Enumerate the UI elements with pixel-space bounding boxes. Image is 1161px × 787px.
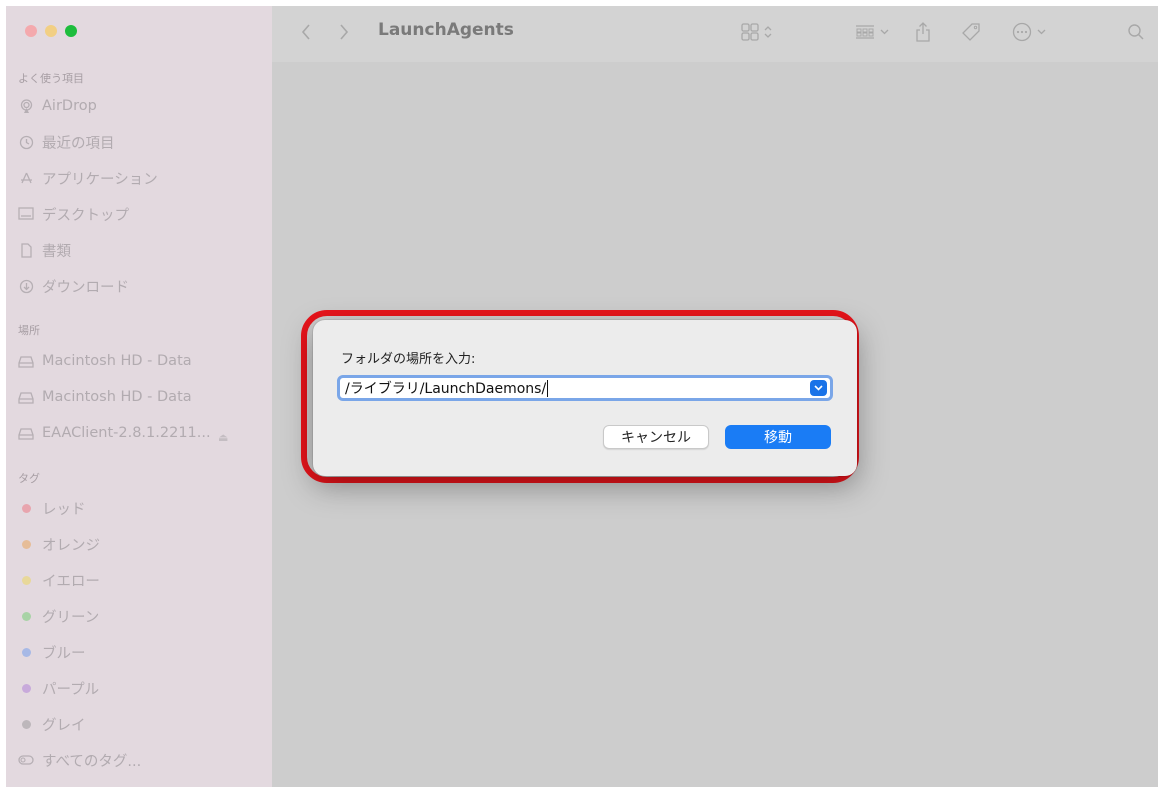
- sidebar-item-label: デスクトップ: [42, 207, 129, 224]
- view-mode-button[interactable]: [732, 18, 780, 46]
- clock-icon: [18, 134, 34, 150]
- ellipsis-circle-icon: [1012, 22, 1032, 42]
- sidebar-item-tag-yellow[interactable]: イエロー: [18, 568, 268, 592]
- applications-icon: [18, 170, 34, 186]
- forward-button[interactable]: [334, 18, 354, 46]
- group-button[interactable]: [850, 18, 894, 46]
- zoom-window-button[interactable]: [65, 25, 77, 37]
- tag-color-dot: [22, 683, 31, 693]
- tag-color-dot: [22, 575, 31, 585]
- sidebar-item-tag-red[interactable]: レッド: [18, 496, 268, 520]
- sidebar-item-tag-blue[interactable]: ブルー: [18, 640, 268, 664]
- tag-icon: [962, 23, 980, 41]
- sidebar-item-eaaclient[interactable]: EAAClient-2.8.1.2211...: [18, 421, 268, 445]
- desktop-icon: [18, 206, 34, 222]
- path-history-dropdown-button[interactable]: [810, 380, 827, 396]
- minimize-window-button[interactable]: [45, 25, 57, 37]
- sidebar-item-label: オレンジ: [42, 537, 100, 554]
- back-button[interactable]: [296, 18, 316, 46]
- tag-color-dot: [22, 611, 31, 621]
- sidebar-item-label: EAAClient-2.8.1.2211...: [42, 425, 211, 441]
- chevron-right-icon: [340, 24, 349, 40]
- sidebar-item-label: ブルー: [42, 645, 86, 662]
- grid-view-icon: [740, 23, 759, 41]
- document-icon: [18, 242, 34, 258]
- sidebar: よく使う項目 AirDrop 最近の項目 アプリケーション デスクトップ 書類 …: [6, 6, 272, 787]
- go-to-folder-dialog: フォルダの場所を入力: /ライブラリ/LaunchDaemons/ キャンセル …: [313, 320, 857, 476]
- sidebar-item-desktop[interactable]: デスクトップ: [18, 202, 268, 226]
- tag-color-dot: [22, 503, 31, 513]
- text-caret: [547, 379, 549, 397]
- sidebar-item-label: グレイ: [42, 717, 86, 734]
- search-button[interactable]: [1124, 18, 1148, 46]
- sidebar-item-tag-green[interactable]: グリーン: [18, 604, 268, 628]
- window-title: LaunchAgents: [378, 20, 514, 40]
- cancel-button[interactable]: キャンセル: [603, 425, 709, 449]
- sidebar-item-label: パープル: [42, 681, 100, 698]
- go-button[interactable]: 移動: [725, 425, 831, 449]
- sidebar-item-label: すべてのタグ...: [42, 753, 142, 770]
- tags-header: タグ: [18, 472, 40, 485]
- disk-icon: [18, 353, 34, 369]
- airdrop-icon: [18, 98, 34, 114]
- sidebar-item-tag-orange[interactable]: オレンジ: [18, 532, 268, 556]
- sidebar-item-macintosh-hd-data[interactable]: Macintosh HD - Data: [18, 349, 268, 373]
- tag-color-dot: [22, 539, 31, 549]
- sidebar-item-label: イエロー: [42, 573, 100, 590]
- locations-header: 場所: [18, 324, 40, 337]
- sidebar-item-label: Macintosh HD - Data: [42, 353, 192, 369]
- search-icon: [1128, 24, 1144, 40]
- tag-color-dot: [22, 647, 31, 657]
- download-icon: [18, 278, 34, 294]
- dialog-label: フォルダの場所を入力:: [341, 352, 476, 367]
- share-icon: [916, 22, 930, 42]
- disk-icon: [18, 425, 34, 441]
- share-button[interactable]: [910, 18, 936, 46]
- sidebar-item-label: ダウンロード: [42, 279, 129, 296]
- sidebar-item-recents[interactable]: 最近の項目: [18, 130, 268, 154]
- toolbar: LaunchAgents: [272, 6, 1158, 62]
- sidebar-item-label: グリーン: [42, 609, 100, 626]
- group-icon: [856, 25, 874, 39]
- tag-button[interactable]: [956, 18, 986, 46]
- sidebar-item-label: 最近の項目: [42, 135, 115, 152]
- sidebar-item-tag-gray[interactable]: グレイ: [18, 712, 268, 736]
- folder-path-value: /ライブラリ/LaunchDaemons/: [345, 381, 547, 397]
- chevron-left-icon: [301, 24, 310, 40]
- favorites-header: よく使う項目: [18, 72, 84, 85]
- sidebar-item-all-tags[interactable]: すべてのタグ...: [18, 748, 268, 772]
- sidebar-item-label: レッド: [42, 501, 86, 518]
- sidebar-item-applications[interactable]: アプリケーション: [18, 166, 268, 190]
- tag-color-dot: [22, 719, 31, 729]
- sidebar-item-documents[interactable]: 書類: [18, 238, 268, 262]
- sidebar-item-macintosh-hd-data-2[interactable]: Macintosh HD - Data: [18, 385, 268, 409]
- sidebar-item-label: Macintosh HD - Data: [42, 389, 192, 405]
- chevron-down-icon: [1037, 29, 1046, 35]
- sidebar-item-downloads[interactable]: ダウンロード: [18, 274, 268, 298]
- tag-outline-icon: [18, 752, 34, 768]
- folder-path-input[interactable]: /ライブラリ/LaunchDaemons/: [337, 375, 833, 401]
- close-window-button[interactable]: [25, 25, 37, 37]
- up-down-chevron-icon: [764, 26, 771, 38]
- chevron-down-icon: [814, 385, 823, 391]
- sidebar-item-label: アプリケーション: [42, 171, 158, 188]
- chevron-down-icon: [880, 29, 889, 35]
- sidebar-item-label: AirDrop: [42, 98, 97, 114]
- sidebar-item-airdrop[interactable]: AirDrop: [18, 94, 268, 118]
- sidebar-item-label: 書類: [42, 243, 71, 260]
- eject-icon[interactable]: ⏏: [218, 431, 228, 444]
- more-actions-button[interactable]: [1006, 18, 1052, 46]
- sidebar-item-tag-purple[interactable]: パープル: [18, 676, 268, 700]
- disk-icon: [18, 389, 34, 405]
